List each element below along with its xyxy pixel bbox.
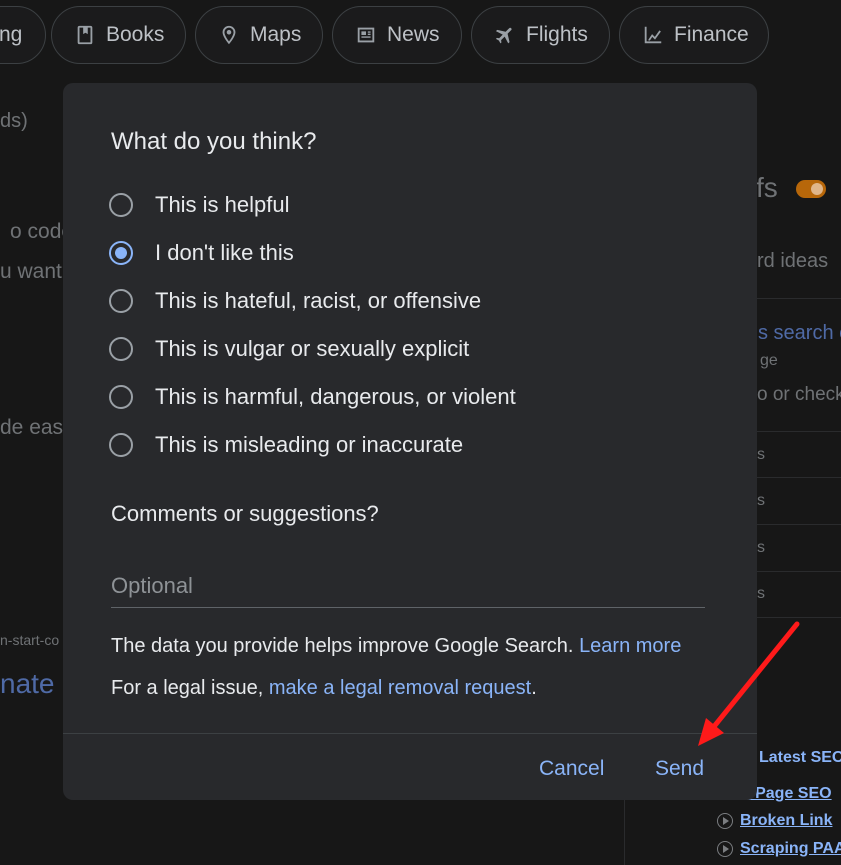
bg-text-fragment: ge — [760, 352, 778, 369]
play-icon — [717, 813, 733, 829]
play-icon — [717, 841, 733, 857]
feedback-dialog: What do you think? This is helpful I don… — [63, 83, 757, 800]
legal-text: For a legal issue, make a legal removal … — [111, 677, 537, 700]
newspaper-icon — [357, 27, 375, 43]
option-vulgar[interactable]: This is vulgar or sexually explicit — [109, 329, 469, 369]
legal-text-prefix: For a legal issue, — [111, 677, 264, 699]
bg-text-fragment: ds) — [0, 110, 28, 132]
bg-text-fragment: de eas — [0, 416, 64, 439]
dialog-title: What do you think? — [111, 128, 317, 155]
info-text-body: The data you provide helps improve Googl… — [111, 635, 574, 657]
option-label: This is vulgar or sexually explicit — [155, 336, 470, 361]
learn-more-link[interactable]: Learn more — [579, 635, 681, 657]
option-helpful[interactable]: This is helpful — [109, 185, 290, 225]
send-button[interactable]: Send — [645, 748, 714, 790]
tab-chip-label: ng — [0, 23, 23, 46]
comments-input[interactable] — [111, 565, 705, 608]
radio-button[interactable] — [109, 289, 133, 313]
radio-button[interactable] — [109, 337, 133, 361]
tab-finance[interactable]: Finance — [619, 6, 769, 64]
option-misleading[interactable]: This is misleading or inaccurate — [109, 425, 463, 465]
bg-result-link[interactable]: nate — [0, 668, 55, 700]
bg-text-fragment: o or check — [757, 384, 841, 405]
bg-text-fragment: s — [757, 492, 765, 509]
bg-text-fragment: s — [757, 446, 765, 463]
tab-books-label: Books — [106, 23, 165, 46]
legal-text-suffix: . — [531, 677, 537, 699]
tab-news[interactable]: News — [332, 6, 462, 64]
bg-text-fragment: u want — [0, 260, 62, 283]
tab-finance-label: Finance — [674, 23, 749, 46]
radio-button-checked[interactable] — [109, 241, 133, 265]
related-link[interactable]: Scraping PAA — [740, 840, 841, 858]
info-text: The data you provide helps improve Googl… — [111, 635, 681, 658]
bg-text-fragment: rd ideas — [757, 250, 829, 272]
search-tabs-bar: ng Books Maps News Flights Finance — [0, 0, 841, 66]
bg-search-link[interactable]: s search c — [758, 322, 841, 345]
bg-panel-title: fs — [756, 172, 778, 203]
tab-books[interactable]: Books — [51, 6, 186, 64]
tab-maps[interactable]: Maps — [195, 6, 323, 64]
related-link[interactable]: Broken Link — [740, 812, 832, 830]
dialog-footer-divider — [63, 733, 757, 734]
tab-chip-partial[interactable]: ng — [0, 6, 46, 64]
bg-text-fragment: s — [757, 585, 765, 602]
radio-button[interactable] — [109, 385, 133, 409]
option-label: This is hateful, racist, or offensive — [155, 288, 482, 313]
cancel-button[interactable]: Cancel — [529, 748, 614, 790]
airplane-icon — [495, 27, 512, 44]
tab-maps-label: Maps — [250, 23, 302, 46]
option-label: This is helpful — [155, 192, 290, 217]
option-label: I don't like this — [155, 240, 294, 265]
tab-flights[interactable]: Flights — [471, 6, 610, 64]
book-icon — [77, 25, 93, 45]
related-link[interactable]: Latest SEO — [759, 749, 841, 767]
map-pin-icon — [222, 25, 236, 45]
option-label: This is harmful, dangerous, or violent — [155, 384, 516, 409]
option-dont-like[interactable]: I don't like this — [109, 233, 294, 273]
option-hateful[interactable]: This is hateful, racist, or offensive — [109, 281, 481, 321]
bg-text-fragment: s — [757, 539, 765, 556]
legal-removal-link[interactable]: make a legal removal request — [269, 677, 531, 699]
radio-button[interactable] — [109, 433, 133, 457]
comments-label: Comments or suggestions? — [111, 501, 379, 526]
radio-button[interactable] — [109, 193, 133, 217]
tab-flights-label: Flights — [526, 23, 588, 46]
option-harmful[interactable]: This is harmful, dangerous, or violent — [109, 377, 516, 417]
tab-news-label: News — [387, 23, 440, 46]
toggle-switch[interactable] — [796, 180, 826, 198]
finance-chart-icon — [644, 26, 662, 44]
option-label: This is misleading or inaccurate — [155, 432, 464, 457]
bg-text-fragment: n-start-co — [0, 632, 60, 648]
